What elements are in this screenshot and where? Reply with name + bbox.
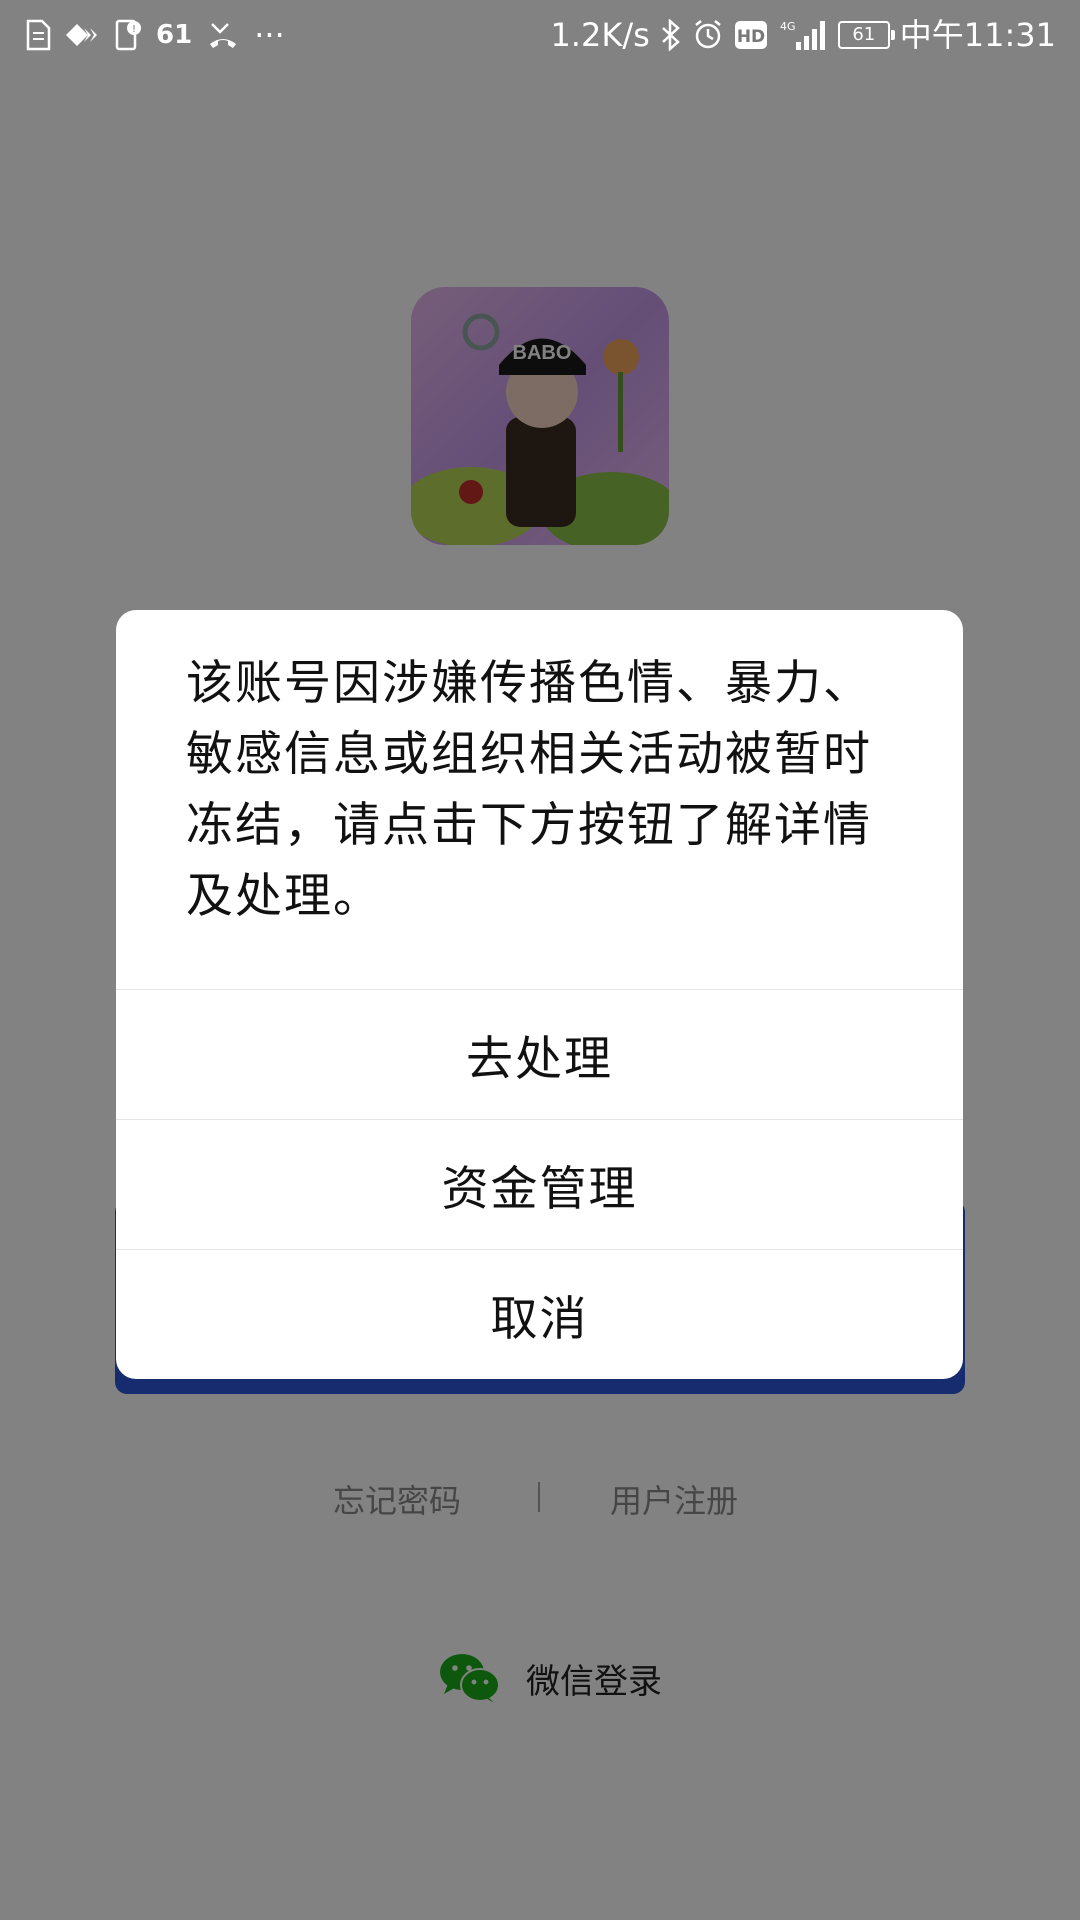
status-time: 中午11:31 [899, 16, 1056, 54]
dialog-message: 该账号因涉嫌传播色情、暴力、敏感信息或组织相关活动被暂时冻结，请点击下方按钮了解… [186, 656, 872, 924]
missed-call-icon [206, 20, 240, 50]
cell-signal-icon: 4G [778, 18, 828, 52]
status-bar: ! 61 ··· 1.2K/s HD 4G 61 中午11:31 [0, 0, 1080, 70]
notification-count: 61 [156, 20, 193, 50]
screen: BABO 忘记密码 用户注册 微信登录 ! 61 ··· 1.2K/s HD 4… [0, 0, 1080, 1920]
network-type: 4G [780, 20, 796, 33]
hd-icon: HD [734, 20, 768, 50]
account-frozen-dialog: 该账号因涉嫌传播色情、暴力、敏感信息或组织相关活动被暂时冻结，请点击下方按钮了解… [116, 610, 963, 1379]
hd-badge-text: HD [737, 27, 765, 47]
alarm-icon [692, 19, 724, 51]
fund-management-button[interactable]: 资金管理 [116, 1119, 963, 1249]
svg-text:!: ! [132, 24, 136, 35]
battery-icon: 61 [837, 21, 895, 49]
handle-button[interactable]: 去处理 [116, 989, 963, 1119]
more-notifications: ··· [254, 16, 285, 54]
network-speed: 1.2K/s [550, 16, 650, 54]
bluetooth-icon [660, 19, 682, 51]
signal-diamond-icon [66, 22, 100, 48]
cancel-button[interactable]: 取消 [116, 1249, 963, 1379]
battery-level: 61 [852, 24, 876, 45]
notification-icon: ! [114, 19, 142, 51]
sim-card-icon [24, 19, 52, 51]
